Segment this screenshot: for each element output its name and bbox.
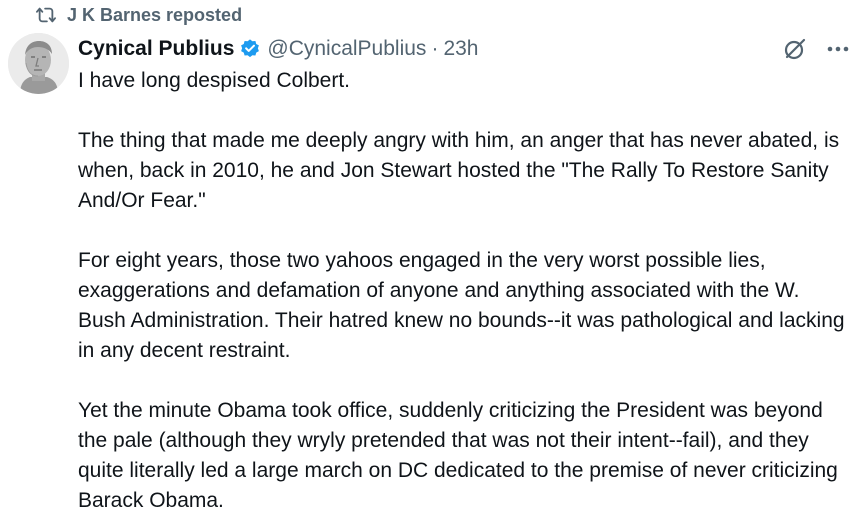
grok-icon[interactable] xyxy=(782,36,808,62)
timestamp[interactable]: 23h xyxy=(443,37,478,61)
tweet-paragraph: The thing that made me deeply angry with… xyxy=(78,129,840,212)
avatar[interactable] xyxy=(8,33,69,94)
tweet-actions xyxy=(782,36,850,62)
repost-indicator[interactable]: J K Barnes reposted xyxy=(35,4,242,26)
user-handle[interactable]: @CynicalPublius xyxy=(267,37,426,61)
tweet-header: Cynical Publius @CynicalPublius · 23h xyxy=(78,35,478,63)
tweet-paragraph: For eight years, those two yahoos engage… xyxy=(78,249,845,362)
display-name[interactable]: Cynical Publius xyxy=(78,37,234,61)
more-options-icon[interactable] xyxy=(826,45,850,53)
verified-badge-icon xyxy=(239,38,261,60)
repost-label: J K Barnes reposted xyxy=(67,4,243,25)
repost-icon xyxy=(35,5,57,25)
separator-dot: · xyxy=(431,37,439,60)
tweet-paragraph: Yet the minute Obama took office, sudden… xyxy=(78,399,838,512)
tweet-paragraph: I have long despised Colbert. xyxy=(78,69,351,92)
tweet-text: I have long despised Colbert. The thing … xyxy=(78,66,850,516)
